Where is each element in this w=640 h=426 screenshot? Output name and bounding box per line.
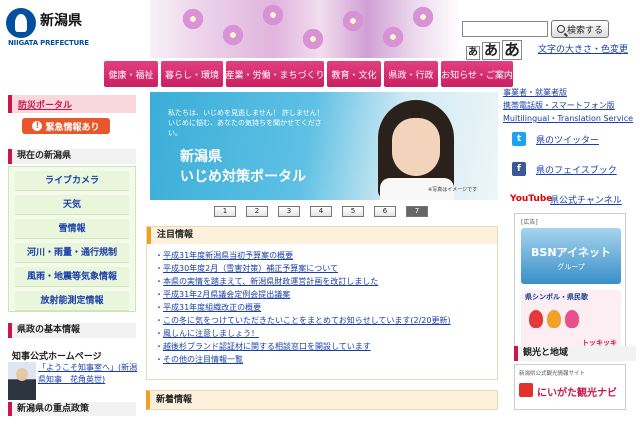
weather-warning-link[interactable]: 風雨・地震等気象情報 — [15, 267, 129, 287]
prefecture-emblem-icon — [6, 8, 36, 38]
tulip-icon — [547, 310, 561, 328]
student-photo — [366, 100, 466, 200]
featured-link[interactable]: 本県の実情を踏まえて、新潟県財政運営計画を改訂しました — [163, 277, 378, 286]
disaster-portal: 防災ポータル — [8, 95, 136, 113]
featured-link[interactable]: 風しんに注意しましょう！ — [163, 329, 259, 338]
new-info-heading: 新着情報 — [146, 390, 498, 410]
radiation-link[interactable]: 放射能測定情報 — [15, 291, 129, 311]
bsn-ad-banner[interactable]: BSNアイネット グループ — [521, 228, 621, 284]
tourism-navi-banner[interactable]: 新潟県公式観光情報サイト にいがた観光ナビ — [514, 364, 626, 410]
pager-button[interactable]: 3 — [278, 206, 300, 217]
youtube-row[interactable]: YouTube 県公式チャンネル — [510, 192, 622, 206]
nav-notices[interactable]: お知らせ・ご案内 — [441, 61, 513, 87]
search-icon — [556, 25, 565, 33]
twitter-icon: t — [512, 132, 526, 146]
river-rain-link[interactable]: 河川・雨量・通行規制 — [15, 243, 129, 263]
focus-policy-heading: 新潟県の重点政策 — [8, 402, 136, 416]
featured-link[interactable]: 平成31年2月県議会定例会提出議案 — [163, 290, 290, 299]
nav-industry[interactable]: 産業・労働・まちづくり — [226, 61, 325, 87]
logo-subtitle: NIIGATA PREFECTURE — [8, 39, 89, 47]
bullying-portal-banner[interactable]: 私たちは、いじめを見逃しません！ 許しません！ いじめに悩む、あなたの気持ちを聞… — [150, 92, 498, 200]
governor-photo[interactable] — [8, 362, 36, 400]
governor-heading: 知事公式ホームページ — [12, 352, 102, 362]
multilingual-link[interactable]: Multilingual・Translation Service — [503, 112, 637, 125]
business-version-link[interactable]: 事業者・就業者版 — [503, 86, 637, 99]
tourism-heading: 観光と地域 — [514, 346, 636, 361]
logo-title: 新潟県 — [40, 13, 82, 29]
banner-note: ※写真はイメージです — [428, 187, 478, 193]
twitter-row[interactable]: t 県のツイッター — [512, 132, 599, 146]
symbol-banner-title: 県シンボル・県民歌 — [525, 293, 588, 301]
font-size-small-button[interactable]: あ — [466, 46, 480, 60]
tulip-icon — [565, 310, 579, 328]
ad-area: [広告] BSNアイネット グループ 県シンボル・県民歌 トッキッキ — [514, 213, 626, 359]
emergency-label: 緊急情報あり — [45, 122, 100, 133]
featured-info-panel: 注目情報 平成31年度新潟県当初予算案の概要 平成30年度2月（雪害対策）補正予… — [146, 226, 498, 380]
bsn-ad-title: BSNアイネット — [531, 246, 611, 259]
tourism-logo-icon — [519, 383, 533, 397]
featured-all-link[interactable]: その他の注目情報一覧 — [163, 355, 243, 364]
governor-link[interactable]: 「ようこそ知事室へ」(新潟県知事 花角英世) — [38, 362, 138, 386]
featured-info-heading: 注目情報 — [147, 227, 497, 244]
featured-link[interactable]: 平成31年度組織改正の概要 — [163, 303, 261, 312]
featured-link[interactable]: 越後杉ブランド認証材に関する相談窓口を開設しています — [163, 342, 371, 351]
pager-button-active[interactable]: 7 — [406, 206, 428, 217]
featured-link[interactable]: この冬に気をつけていただきたいことをまとめてお知らせしています(2/20更新) — [163, 316, 451, 325]
twitter-link[interactable]: 県のツイッター — [536, 133, 599, 146]
facebook-icon: f — [512, 162, 526, 176]
right-links: 事業者・就業者版 携帯電話版・スマートフォン版 Multilingual・Tra… — [503, 86, 637, 125]
tourism-banner-caption: 新潟県公式観光情報サイト — [519, 371, 586, 377]
featured-info-list: 平成31年度新潟県当初予算案の概要 平成30年度2月（雪害対策）補正予算案につい… — [155, 249, 495, 366]
prefecture-symbol-banner[interactable]: 県シンボル・県民歌 トッキッキ — [521, 290, 621, 352]
site-logo[interactable]: 新潟県 NIIGATA PREFECTURE — [6, 8, 116, 48]
nav-living[interactable]: 暮らし・環境 — [161, 61, 223, 87]
tourism-banner-title: にいがた観光ナビ — [537, 388, 617, 399]
banner-message: 私たちは、いじめを見逃しません！ 許しません！ いじめに悩む、あなたの気持ちを聞… — [168, 109, 324, 137]
tulip-icon — [529, 310, 543, 328]
flower-banner-image — [150, 0, 460, 58]
pager-button[interactable]: 4 — [310, 206, 332, 217]
disaster-portal-link[interactable]: 防災ポータル — [18, 98, 72, 111]
youtube-icon: YouTube — [510, 192, 553, 206]
mobile-version-link[interactable]: 携帯電話版・スマートフォン版 — [503, 99, 637, 112]
pager-button[interactable]: 2 — [246, 206, 268, 217]
emergency-info-button[interactable]: ! 緊急情報あり — [22, 118, 110, 134]
font-color-link[interactable]: 文字の大きさ・色変更 — [538, 42, 628, 55]
ad-label: [広告] — [521, 219, 538, 226]
pager-button[interactable]: 1 — [214, 206, 236, 217]
nav-health[interactable]: 健康・福祉 — [104, 61, 158, 87]
font-size-medium-button[interactable]: あ — [482, 42, 500, 60]
snow-info-link[interactable]: 雪情報 — [15, 219, 129, 239]
search-input[interactable] — [462, 21, 548, 37]
pager-button[interactable]: 5 — [342, 206, 364, 217]
current-niigata-box: ライブカメラ 天気 雪情報 河川・雨量・通行規制 風雨・地震等気象情報 放射能測… — [8, 166, 136, 312]
header: 新潟県 NIIGATA PREFECTURE 検索する あ あ あ 文字の大きさ… — [0, 0, 640, 92]
featured-link[interactable]: 平成31年度新潟県当初予算案の概要 — [163, 251, 293, 260]
featured-link[interactable]: 平成30年度2月（雪害対策）補正予算案について — [163, 264, 338, 273]
search-button[interactable]: 検索する — [551, 20, 609, 38]
bsn-ad-subtitle: グループ — [557, 263, 585, 271]
nav-administration[interactable]: 県政・行政 — [384, 61, 438, 87]
basic-info-heading: 県政の基本情報 — [8, 323, 136, 338]
facebook-link[interactable]: 県のフェイスブック — [536, 163, 617, 176]
weather-link[interactable]: 天気 — [15, 195, 129, 215]
facebook-row[interactable]: f 県のフェイスブック — [512, 162, 617, 176]
search-button-label: 検索する — [566, 25, 603, 36]
banner-title-2: いじめ対策ポータル — [180, 169, 306, 185]
alert-icon: ! — [32, 121, 43, 131]
global-nav: 健康・福祉 暮らし・環境 産業・労働・まちづくり 教育・文化 県政・行政 お知ら… — [104, 61, 513, 87]
pager-button[interactable]: 6 — [374, 206, 396, 217]
banner-pager: 1 2 3 4 5 6 7 — [214, 206, 428, 217]
font-size-large-button[interactable]: あ — [502, 40, 523, 60]
current-niigata-heading: 現在の新潟県 — [8, 149, 136, 164]
nav-education[interactable]: 教育・文化 — [327, 61, 381, 87]
banner-title-1: 新潟県 — [180, 149, 222, 165]
font-size-control: あ あ あ — [466, 40, 523, 60]
live-camera-link[interactable]: ライブカメラ — [15, 171, 129, 191]
youtube-link[interactable]: 県公式チャンネル — [550, 193, 622, 206]
